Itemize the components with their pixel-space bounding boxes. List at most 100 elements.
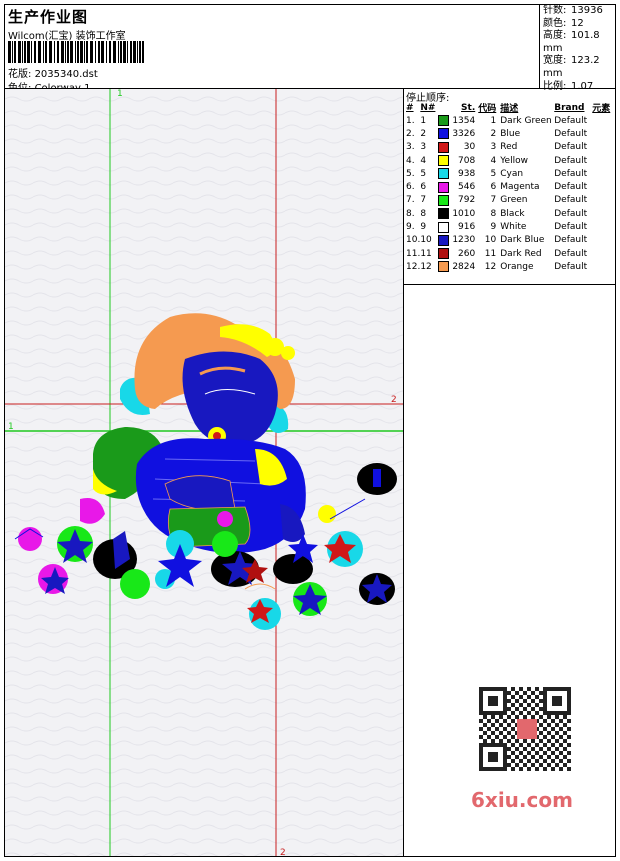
brand: Default	[554, 248, 588, 259]
table-row: 10. 10 1230 10 Dark Blue Default	[404, 234, 610, 247]
table-header-row: # N# St. 代码 描述 Brand 元素	[404, 101, 611, 115]
info-height: 高度: 101.8 mm	[543, 30, 600, 54]
needle-no: 2	[420, 128, 427, 139]
color-code: 10	[484, 235, 497, 246]
color-code: 8	[490, 208, 497, 219]
guide-label-green-left: 1	[8, 422, 14, 432]
color-swatch	[438, 154, 452, 167]
color-code: 7	[490, 195, 497, 206]
color-swatch	[438, 207, 452, 220]
color-swatch	[438, 180, 452, 193]
element	[592, 234, 610, 247]
table-row: 7. 7 792 7 Green Default	[404, 194, 610, 207]
color-description: Dark Green	[500, 115, 552, 126]
color-swatch	[438, 220, 452, 233]
color-swatch	[438, 127, 452, 140]
guide-label-red-bottom: 2	[280, 848, 286, 856]
element	[592, 260, 610, 273]
stitch-count: 3326	[452, 128, 476, 139]
col-stitches: St.	[461, 102, 476, 113]
stitch-count: 1010	[452, 208, 476, 219]
info-colors: 颜色: 12	[543, 17, 584, 29]
brand: Default	[554, 155, 588, 166]
color-code: 9	[490, 222, 497, 233]
stitch-count: 792	[458, 195, 476, 206]
qr-code	[471, 681, 583, 781]
design-preview: 1 1 2 2	[5, 89, 403, 856]
color-swatch	[438, 141, 452, 154]
stop-num: 8.	[406, 208, 415, 219]
stitch-count: 708	[458, 155, 476, 166]
stop-num: 12.	[406, 261, 421, 272]
info-scale: 比例: 1.07	[543, 80, 594, 92]
color-swatch	[438, 194, 452, 207]
table-row: 6. 6 546 6 Magenta Default	[404, 180, 610, 193]
needle-no: 12	[420, 261, 432, 272]
needle-no: 1	[420, 115, 427, 126]
element	[592, 194, 610, 207]
table-row: 8. 8 1010 8 Black Default	[404, 207, 610, 220]
stop-num: 9.	[406, 222, 415, 233]
col-swatch	[438, 101, 452, 114]
needle-no: 10	[420, 235, 432, 246]
col-description: 描述	[500, 104, 519, 114]
color-description: Red	[500, 142, 518, 153]
element	[592, 127, 610, 140]
brand: Default	[554, 235, 588, 246]
table-row: 3. 3 30 3 Red Default	[404, 141, 610, 154]
color-swatch	[438, 114, 452, 127]
design-file: 花版: 2035340.dst	[8, 65, 98, 80]
watermark-site: 6xiu.com	[471, 788, 573, 812]
header-divider	[539, 5, 540, 89]
table-row: 1. 1 1354 1 Dark Green Default	[404, 114, 610, 127]
needle-no: 9	[420, 222, 427, 233]
color-description: Green	[500, 195, 528, 206]
info-stitches: 针数: 13936	[543, 5, 603, 16]
element	[592, 167, 610, 180]
needle-no: 4	[420, 155, 427, 166]
color-swatch	[438, 234, 452, 247]
brand: Default	[554, 195, 588, 206]
stitch-count: 30	[463, 142, 476, 153]
swatch-square	[438, 208, 450, 220]
swatch-square	[438, 248, 450, 260]
stop-num: 5.	[406, 168, 415, 179]
col-code: 代码	[478, 104, 497, 114]
swatch-square	[438, 181, 450, 193]
col-no: N#	[420, 102, 436, 113]
swatch-square	[438, 155, 450, 167]
color-code: 2	[490, 128, 497, 139]
swatch-square	[438, 128, 450, 140]
color-code: 4	[490, 155, 497, 166]
stop-num: 10.	[406, 235, 421, 246]
table-row: 5. 5 938 5 Cyan Default	[404, 167, 610, 180]
brand: Default	[554, 142, 588, 153]
brand: Default	[554, 261, 588, 272]
needle-no: 3	[420, 142, 427, 153]
brand: Default	[554, 168, 588, 179]
swatch-square	[438, 141, 450, 153]
color-description: Cyan	[500, 168, 524, 179]
col-element: 元素	[592, 104, 611, 114]
color-description: White	[500, 222, 527, 233]
color-description: Dark Blue	[500, 235, 545, 246]
stitch-count: 916	[458, 222, 476, 233]
element	[592, 220, 610, 233]
stitch-count: 2824	[452, 261, 476, 272]
color-swatch	[438, 167, 452, 180]
color-description: Black	[500, 208, 525, 219]
stop-num: 3.	[406, 142, 415, 153]
needle-no: 11	[420, 248, 432, 259]
guide-label-red-right: 2	[391, 395, 397, 405]
needle-no: 6	[420, 182, 427, 193]
company-name: Wilcom(汇宝) 装饰工作室	[8, 31, 126, 42]
element	[592, 141, 610, 154]
brand: Default	[554, 115, 588, 126]
brand: Default	[554, 208, 588, 219]
element	[592, 114, 610, 127]
needle-no: 8	[420, 208, 427, 219]
brand: Default	[554, 182, 588, 193]
color-stop-table: # N# St. 代码 描述 Brand 元素 1. 1 1354 1 Dark Gre…	[404, 101, 610, 274]
design-info: 针数: 13936 颜色: 12 高度: 101.8 mm 宽度: 123.2 mm 比…	[543, 5, 620, 93]
stop-num: 11.	[406, 248, 421, 259]
